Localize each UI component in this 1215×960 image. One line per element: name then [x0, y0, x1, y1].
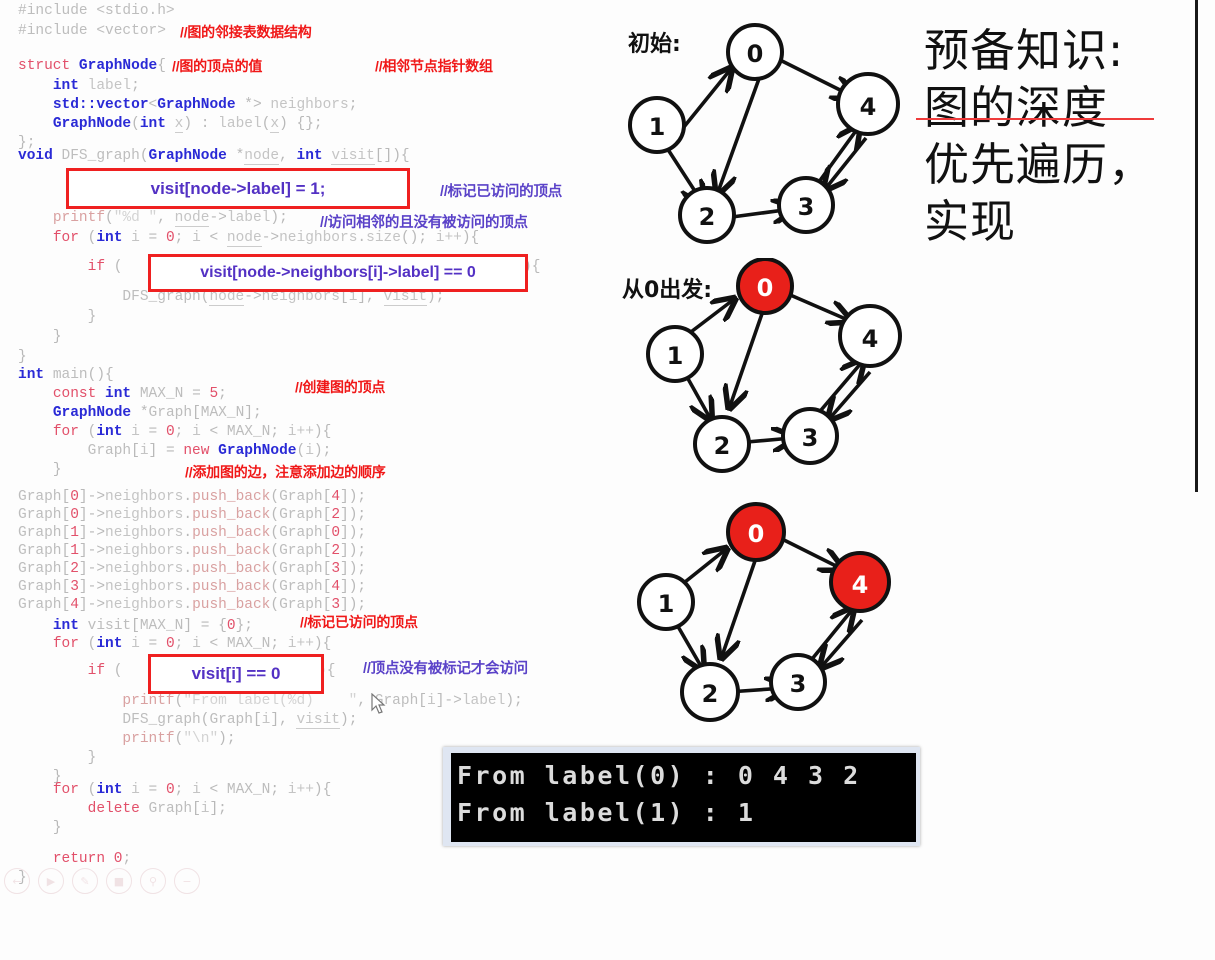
code-line: #include <stdio.h> — [18, 3, 175, 19]
graph-diagram-from-0: 从0出发: 0 1 2 3 4 — [620, 257, 910, 498]
code-line: Graph[1]->neighbors.push_back(Graph[0]); — [18, 525, 367, 541]
svg-text:0: 0 — [747, 40, 764, 68]
svg-text:1: 1 — [667, 342, 684, 370]
svg-text:4: 4 — [852, 571, 869, 599]
code-line: for (int i = 0; i < MAX_N; i++){ — [52, 424, 332, 440]
code-line: if ( — [87, 663, 123, 679]
code-line: const int MAX_N = 5; — [52, 386, 227, 402]
code-line: int label; — [52, 78, 140, 94]
image-icon[interactable]: ■ — [106, 868, 132, 894]
console-output: From label(0) : 0 4 3 2 From label(1) : … — [451, 753, 916, 842]
svg-text:3: 3 — [790, 670, 807, 698]
code-line: Graph[1]->neighbors.push_back(Graph[2]); — [18, 543, 367, 559]
search-icon[interactable]: ⚲ — [140, 868, 166, 894]
code-line: return 0; — [52, 851, 132, 867]
code-line: } — [52, 329, 62, 345]
code-line: for (int i = 0; i < MAX_N; i++){ — [52, 782, 332, 798]
code-line: void DFS_graph(GraphNode *node, int visi… — [18, 148, 410, 165]
code-line: printf("\n"); — [122, 731, 236, 747]
svg-text:3: 3 — [802, 424, 819, 452]
code-line: } — [52, 462, 62, 478]
code-line: } — [18, 349, 27, 365]
code-line: struct GraphNode{ — [18, 58, 166, 74]
code-line: } — [87, 750, 97, 766]
code-line: Graph[0]->neighbors.push_back(Graph[4]); — [18, 489, 367, 505]
svg-text:2: 2 — [714, 432, 731, 460]
code-line: DFS_graph(Graph[i], visit); — [122, 712, 358, 729]
annotation-mark-visited-1: //标记已访问的顶点 — [440, 184, 563, 200]
code-line: Graph[2]->neighbors.push_back(Graph[3]); — [18, 561, 367, 577]
annotation-create-vertices: //创建图的顶点 — [295, 379, 386, 395]
svg-text:4: 4 — [862, 325, 879, 353]
svg-text:2: 2 — [702, 680, 719, 708]
title-line-3: 优先遍历， — [924, 138, 1155, 191]
title-strike-line — [916, 118, 1154, 120]
code-line: GraphNode(int x) : label(x) {}; — [52, 116, 323, 133]
svg-text:1: 1 — [649, 113, 666, 141]
code-line: if ( — [87, 259, 123, 275]
code-line: #include <vector> — [18, 23, 166, 39]
title-line-4: 实现 — [924, 195, 1017, 248]
minus-icon[interactable]: − — [174, 868, 200, 894]
code-line: for (int i = 0; i < MAX_N; i++){ — [52, 636, 332, 652]
console-line: From label(1) : 1 — [457, 798, 756, 827]
graph-caption-initial: 初始: — [628, 32, 681, 57]
code-line: } — [87, 309, 97, 325]
bottom-toolbar: ← ▶ ✎ ■ ⚲ − — [4, 868, 200, 894]
code-line: Graph[3]->neighbors.push_back(Graph[4]); — [18, 579, 367, 595]
code-line: } — [52, 820, 62, 836]
console-line: From label(0) : 0 4 3 2 — [457, 761, 861, 790]
annotation-adjacency-list: //图的邻接表数据结构 — [180, 24, 312, 40]
highlight-box-visit-assign[interactable]: visit[node->label] = 1; — [66, 168, 410, 209]
code-line: int visit[MAX_N] = {0}; — [52, 618, 253, 634]
annotation-mark-visited-2: //标记已访问的顶点 — [300, 614, 418, 630]
annotation-neighbor-array: //相邻节点指针数组 — [375, 58, 493, 74]
annotation-vertex-value: //图的顶点的值 — [172, 58, 263, 74]
annotation-visit-unvisited: //访问相邻的且没有被访问的顶点 — [320, 215, 528, 231]
code-line: delete Graph[i]; — [87, 801, 227, 817]
highlight-box-visit-i-check[interactable]: visit[i] == 0 — [148, 654, 324, 694]
vertical-divider — [1195, 0, 1198, 492]
annotation-unmarked-visit: //顶点没有被标记才会访问 — [363, 661, 528, 677]
svg-text:3: 3 — [798, 193, 815, 221]
console-window[interactable]: From label(0) : 0 4 3 2 From label(1) : … — [443, 747, 920, 846]
svg-text:0: 0 — [748, 520, 765, 548]
code-line: Graph[0]->neighbors.push_back(Graph[2]); — [18, 507, 367, 523]
annotation-add-edges: //添加图的边，注意添加边的顺序 — [185, 464, 386, 480]
play-icon[interactable]: ▶ — [38, 868, 64, 894]
svg-text:1: 1 — [658, 590, 675, 618]
edit-icon[interactable]: ✎ — [72, 868, 98, 894]
code-line: GraphNode *Graph[MAX_N]; — [52, 405, 262, 421]
svg-text:2: 2 — [699, 203, 716, 231]
page-title: 预备知识: 图的深度 优先遍历， 实现 — [924, 22, 1194, 250]
code-line: std::vector<GraphNode *> neighbors; — [52, 97, 358, 113]
highlight-box-neighbor-check[interactable]: visit[node->neighbors[i]->label] == 0 — [148, 254, 528, 292]
code-line: Graph[i] = new GraphNode(i); — [87, 443, 332, 459]
slide-canvas: #include <stdio.h> #include <vector> str… — [0, 0, 1215, 894]
graph-caption-from-0: 从0出发: — [622, 278, 713, 303]
mouse-cursor — [371, 692, 387, 720]
graph-svg-0-and-4: 0 1 2 3 4 — [637, 502, 891, 722]
title-line-1: 预备知识: — [924, 24, 1125, 77]
title-line-2: 图的深度 — [924, 81, 1109, 134]
svg-text:4: 4 — [860, 93, 877, 121]
graph-diagram-0-and-4: 0 1 2 3 4 — [620, 492, 910, 742]
code-line: printf("From label(%d) ", Graph[i]->labe… — [122, 693, 523, 709]
svg-text:0: 0 — [757, 274, 774, 302]
code-line: int main(){ — [18, 367, 114, 383]
back-icon[interactable]: ← — [4, 868, 30, 894]
graph-diagram-initial: 初始: 0 1 2 3 4 — [620, 8, 910, 258]
code-line: printf("%d ", node->label); — [52, 210, 288, 227]
